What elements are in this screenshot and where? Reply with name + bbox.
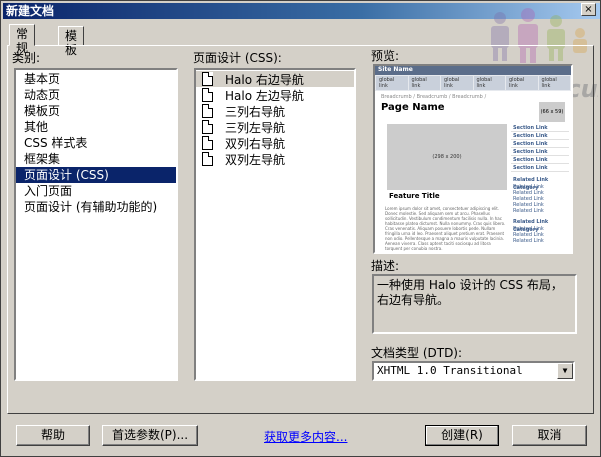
document-icon xyxy=(202,72,213,86)
layout-list[interactable]: Halo 右边导航 Halo 左边导航 三列右导航 三列左导航 双列右导航 双列… xyxy=(194,68,356,381)
document-icon xyxy=(202,120,213,134)
preview-breadcrumb: Breadcrumb / Breadcrumb / Breadcrumb / xyxy=(381,94,487,100)
new-document-dialog: 新建文档 × Discuz! 常规 模板 xyxy=(0,0,601,457)
category-item-frameset[interactable]: 框架集 xyxy=(16,151,176,167)
preview-body-text: Lorem ipsum dolor sit amet, consectetuer… xyxy=(385,206,506,251)
preview-image: (298 x 200) xyxy=(387,124,507,190)
layout-item[interactable]: Halo 右边导航 xyxy=(196,71,354,87)
layout-item[interactable]: 三列右导航 xyxy=(196,103,354,119)
doctype-select[interactable]: XHTML 1.0 Transitional ▼ xyxy=(372,361,575,381)
category-item-template[interactable]: 模板页 xyxy=(16,103,176,119)
create-button[interactable]: 创建(R) xyxy=(425,425,499,446)
category-item-other[interactable]: 其他 xyxy=(16,119,176,135)
preview-label: 预览: xyxy=(371,49,400,63)
tab-templates[interactable]: 模板 xyxy=(58,26,85,57)
get-more-content-link[interactable]: 获取更多内容... xyxy=(264,428,347,445)
preview-site-name: Site Name xyxy=(375,66,571,75)
category-item-basic[interactable]: 基本页 xyxy=(16,71,176,87)
doctype-label: 文档类型 (DTD): xyxy=(371,346,463,360)
preferences-button[interactable]: 首选参数(P)... xyxy=(102,425,198,446)
layouts-label: 页面设计 (CSS): xyxy=(193,51,282,65)
layout-item[interactable]: Halo 左边导航 xyxy=(196,87,354,103)
preview-nav: global link global link global link glob… xyxy=(375,75,571,91)
layout-item[interactable]: 双列左导航 xyxy=(196,151,354,167)
category-list[interactable]: 基本页 动态页 模板页 其他 CSS 样式表 框架集 页面设计 (CSS) 入门… xyxy=(14,68,178,381)
description-label: 描述: xyxy=(371,259,400,273)
preview-feature-title: Feature Title xyxy=(389,192,440,200)
tab-general[interactable]: 常规 xyxy=(9,24,36,55)
help-button[interactable]: 帮助 xyxy=(16,425,90,446)
window-title: 新建文档 xyxy=(6,4,55,18)
document-icon xyxy=(202,152,213,166)
document-icon xyxy=(202,88,213,102)
category-item-accessible[interactable]: 页面设计 (有辅助功能的) xyxy=(16,199,176,215)
layout-item[interactable]: 双列右导航 xyxy=(196,135,354,151)
description-text: 一种使用 Halo 设计的 CSS 布局，右边有导航。 xyxy=(372,274,577,334)
chevron-down-icon[interactable]: ▼ xyxy=(557,363,573,379)
preview-pane: Site Name global link global link global… xyxy=(373,64,573,254)
category-item-css[interactable]: CSS 样式表 xyxy=(16,135,176,151)
cancel-button[interactable]: 取消 xyxy=(512,425,587,446)
preview-thumb: (66 x 59) xyxy=(539,102,565,122)
document-icon xyxy=(202,104,213,118)
category-item-dynamic[interactable]: 动态页 xyxy=(16,87,176,103)
preview-sidebar: Section Link Section Link Section Link S… xyxy=(511,124,569,244)
doctype-value: XHTML 1.0 Transitional xyxy=(377,364,523,377)
category-item-page-design-css[interactable]: 页面设计 (CSS) xyxy=(16,167,176,183)
category-item-starter[interactable]: 入门页面 xyxy=(16,183,176,199)
document-icon xyxy=(202,136,213,150)
layout-item[interactable]: 三列左导航 xyxy=(196,119,354,135)
